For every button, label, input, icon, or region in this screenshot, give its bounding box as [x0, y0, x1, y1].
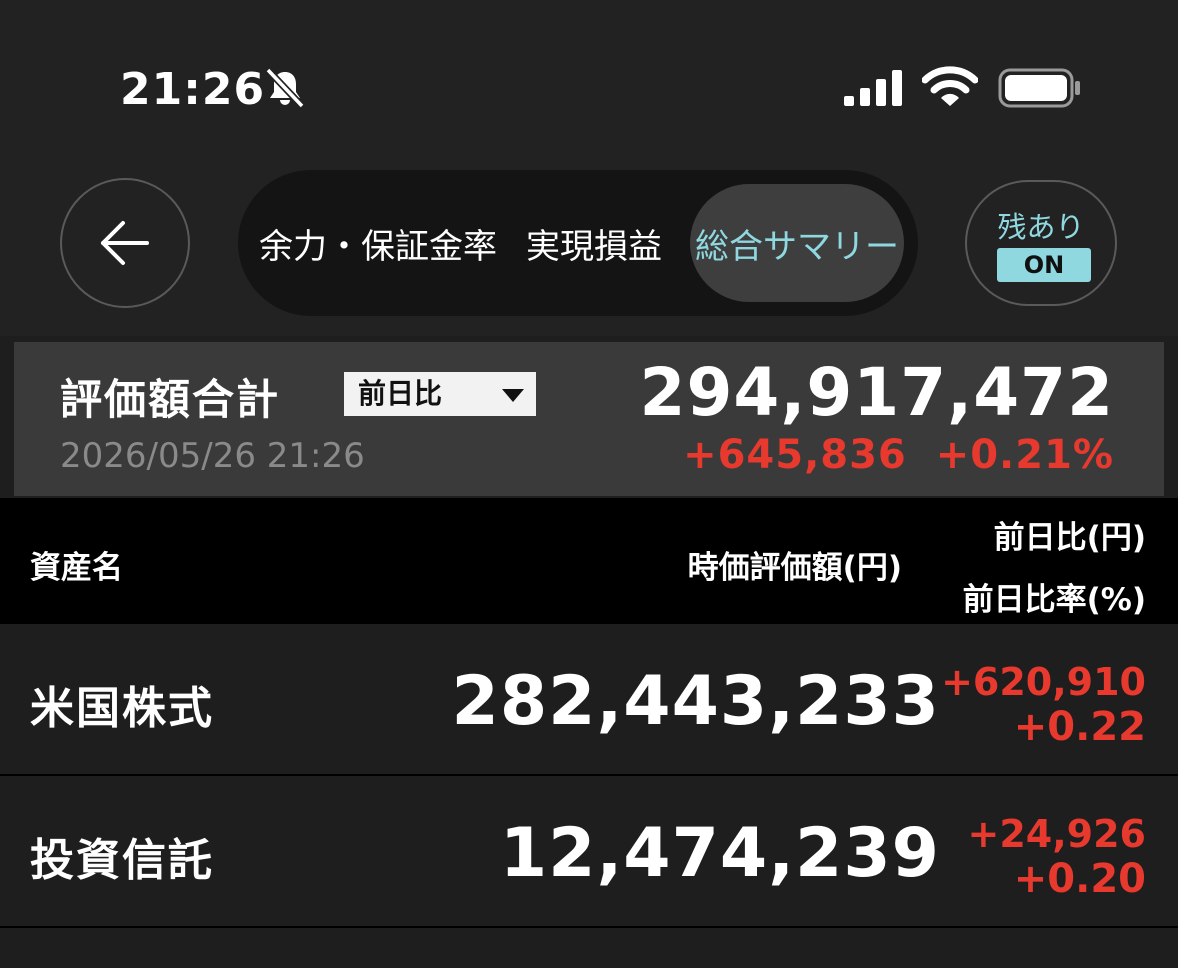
top-navigation: 余力・保証金率 実現損益 総合サマリー 残あり ON [0, 150, 1178, 336]
summary-change: +645,836 +0.21% [683, 432, 1114, 478]
valuation-summary: 評価額合計 前日比 2026/05/26 21:26 294,917,472 +… [14, 342, 1164, 496]
compare-period-value: 前日比 [358, 377, 443, 410]
table-row[interactable]: 投資信託 12,474,239 +24,926 +0.20 [0, 778, 1178, 928]
asset-market-value: 282,443,233 [451, 662, 940, 741]
status-bar: 21:26 [0, 0, 1178, 150]
header-day-change: 前日比(円) [993, 520, 1146, 556]
summary-change-amount: +645,836 [683, 432, 907, 478]
wifi-icon [922, 66, 978, 106]
asset-day-change: +620,910 [941, 660, 1146, 704]
asset-day-change: +24,926 [967, 812, 1146, 856]
table-row[interactable]: 米国株式 282,443,233 +620,910 +0.22 [0, 626, 1178, 776]
tab-margin-ratio[interactable]: 余力・保証金率 [248, 170, 508, 316]
cellular-signal-icon [844, 70, 902, 106]
header-asset-name: 資産名 [30, 550, 123, 586]
summary-timestamp: 2026/05/26 21:26 [60, 436, 365, 476]
back-button[interactable] [60, 178, 190, 308]
battery-icon [998, 68, 1080, 108]
asset-market-value: 12,474,239 [499, 814, 940, 893]
asset-day-change-rate: +0.20 [1013, 856, 1146, 902]
tab-realized-pnl[interactable]: 実現損益 [514, 170, 674, 316]
asset-day-change-rate: +0.22 [1013, 704, 1146, 750]
list-continuation [0, 930, 1178, 968]
status-time: 21:26 [120, 64, 266, 115]
compare-period-select[interactable]: 前日比 [344, 372, 536, 416]
header-market-value: 時価評価額(円) [687, 550, 902, 586]
asset-name: 投資信託 [30, 835, 214, 886]
bell-slash-icon [265, 68, 305, 108]
segmented-tabs: 余力・保証金率 実現損益 総合サマリー [238, 170, 918, 316]
arrow-left-icon [101, 221, 149, 265]
header-day-change-rate: 前日比率(%) [962, 582, 1146, 618]
residual-toggle-button[interactable]: 残あり ON [965, 180, 1117, 306]
residual-toggle-label: 残あり [997, 210, 1085, 244]
summary-title: 評価額合計 [60, 375, 281, 424]
asset-name: 米国株式 [30, 683, 214, 734]
tab-total-summary[interactable]: 総合サマリー [690, 184, 904, 302]
summary-total-value: 294,917,472 [639, 354, 1114, 431]
caret-down-icon [502, 389, 524, 402]
table-header: 資産名 時価評価額(円) 前日比(円) 前日比率(%) [0, 498, 1178, 624]
residual-toggle-state: ON [997, 248, 1091, 282]
summary-change-percent: +0.21% [935, 432, 1114, 478]
